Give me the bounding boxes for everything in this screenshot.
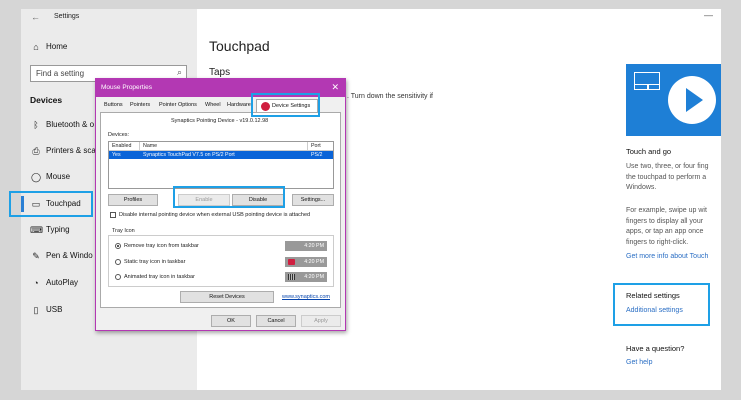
- example-text-3: apps, or tap an app once: [626, 228, 704, 235]
- tab-wheel[interactable]: Wheel: [205, 102, 221, 108]
- tab-buttons[interactable]: Buttons: [104, 102, 123, 108]
- video-title: Touch and go: [626, 147, 672, 156]
- highlight-enable-disable: [173, 186, 285, 208]
- tray-icon-group: Remove tray icon from taskbar 4:20 PM St…: [108, 235, 334, 287]
- tray-option-label: Remove tray icon from taskbar: [124, 243, 199, 249]
- devices-list-header: Enabled Name Port: [109, 142, 333, 151]
- app-title: Settings: [54, 13, 80, 20]
- play-icon[interactable]: [668, 76, 716, 124]
- video-text-1: Use two, three, or four fing: [626, 163, 709, 170]
- apply-button[interactable]: Apply: [301, 315, 341, 327]
- static-tray-icon: [288, 259, 295, 265]
- animated-tray-icon: [288, 274, 295, 280]
- column-separator: [307, 142, 308, 151]
- keyboard-icon: ⌨: [30, 225, 43, 235]
- sidebar-item-label: AutoPlay: [46, 278, 79, 287]
- back-arrow-icon[interactable]: ←: [31, 12, 40, 22]
- sidebar-item-label: USB: [46, 305, 63, 314]
- synaptics-link[interactable]: www.synaptics.com: [282, 294, 330, 300]
- example-text-1: For example, swipe up wit: [626, 207, 707, 214]
- highlight-device-settings-tab: [251, 93, 320, 117]
- highlight-related-settings: [613, 283, 710, 326]
- touchpad-graphic-icon: [634, 72, 660, 90]
- printer-icon: ⎙: [32, 146, 40, 156]
- cell-port: PS/2: [311, 152, 323, 158]
- section-heading: Devices: [30, 95, 63, 105]
- tray-option-label: Animated tray icon in taskbar: [124, 274, 195, 280]
- tab-pointers[interactable]: Pointers: [130, 102, 150, 108]
- sidebar-item-label: Bluetooth & o: [46, 120, 95, 129]
- question-title: Have a question?: [626, 344, 685, 353]
- example-text-2: fingers to display all your: [626, 217, 704, 225]
- devices-list[interactable]: Enabled Name Port Yes Synaptics TouchPad…: [108, 141, 334, 189]
- tray-time: 4:20 PM: [304, 243, 324, 249]
- disable-internal-checkbox[interactable]: [110, 212, 116, 218]
- search-placeholder: Find a setting: [36, 69, 85, 78]
- column-port[interactable]: Port: [311, 143, 321, 149]
- dialog-title: Mouse Properties: [101, 84, 152, 91]
- tray-preview: 4:20 PM: [285, 272, 327, 282]
- tray-option-radio[interactable]: [115, 274, 121, 280]
- touchpad-video[interactable]: [626, 64, 721, 136]
- cell-name: Synaptics TouchPad V7.5 on PS/2 Port: [143, 152, 235, 158]
- screenshot: ← Settings ⌂ Home Find a setting ⌕ Devic…: [0, 0, 741, 400]
- column-name[interactable]: Name: [143, 143, 157, 149]
- tray-time: 4:20 PM: [304, 274, 324, 280]
- table-row[interactable]: Yes Synaptics TouchPad V7.5 on PS/2 Port…: [109, 151, 333, 159]
- mouse-icon: ◯: [30, 172, 42, 182]
- column-enabled[interactable]: Enabled: [112, 143, 131, 149]
- page-title: Touchpad: [209, 38, 270, 54]
- tab-hardware[interactable]: Hardware: [227, 102, 251, 108]
- cancel-button[interactable]: Cancel: [256, 315, 296, 327]
- taps-description: . Turn down the sensitivity if: [347, 93, 433, 100]
- tray-option-radio[interactable]: [115, 259, 121, 265]
- tray-preview: 4:20 PM: [285, 257, 327, 267]
- nav-home[interactable]: ⌂ Home: [21, 37, 197, 57]
- home-icon: ⌂: [33, 42, 39, 52]
- ok-button[interactable]: OK: [211, 315, 251, 327]
- more-info-link[interactable]: Get more info about Touch: [626, 253, 708, 260]
- minimize-button[interactable]: —: [704, 10, 713, 20]
- tray-option-label: Static tray icon in taskbar: [124, 259, 186, 265]
- tray-option-radio[interactable]: [115, 243, 121, 249]
- tray-icon-label: Tray Icon: [112, 228, 135, 234]
- settings-button[interactable]: Settings...: [292, 194, 334, 206]
- video-text-3: Windows.: [626, 184, 657, 191]
- reset-devices-button[interactable]: Reset Devices: [180, 291, 274, 303]
- sidebar-item-label: Printers & sca: [46, 146, 96, 155]
- usb-icon: ▯: [33, 305, 39, 315]
- video-text-2: the touchpad to perform a: [626, 173, 707, 181]
- nav-home-label: Home: [46, 42, 68, 51]
- bluetooth-icon: ᛒ: [33, 120, 39, 130]
- tab-pointer-options[interactable]: Pointer Options: [159, 102, 197, 108]
- example-text-4: fingers to right-click.: [626, 238, 689, 246]
- sidebar-item-label: Typing: [46, 225, 70, 234]
- tray-preview: 4:20 PM: [285, 241, 327, 251]
- sidebar-item-label: Pen & Windo: [46, 251, 93, 260]
- devices-label: Devices:: [108, 132, 130, 138]
- sidebar-item-label: Mouse: [46, 172, 71, 181]
- disable-internal-label: Disable internal pointing device when ex…: [119, 212, 311, 218]
- tray-time: 4:20 PM: [304, 259, 324, 265]
- close-icon[interactable]: ✕: [331, 82, 339, 93]
- title-bar: ← Settings: [21, 9, 721, 27]
- section-taps: Taps: [209, 67, 231, 78]
- column-separator: [139, 142, 140, 151]
- autoplay-icon: ◔: [33, 278, 39, 288]
- profiles-button[interactable]: Profiles: [108, 194, 158, 206]
- pen-icon: ✎: [32, 251, 40, 261]
- get-help-link[interactable]: Get help: [626, 359, 652, 366]
- device-name: Synaptics Pointing Device - v19.0.12.98: [171, 118, 269, 124]
- search-icon[interactable]: ⌕: [177, 67, 182, 78]
- device-settings-panel: Synaptics Pointing Device - v19.0.12.98 …: [100, 112, 341, 308]
- cell-enabled: Yes: [112, 152, 121, 158]
- highlight-touchpad: [9, 191, 93, 217]
